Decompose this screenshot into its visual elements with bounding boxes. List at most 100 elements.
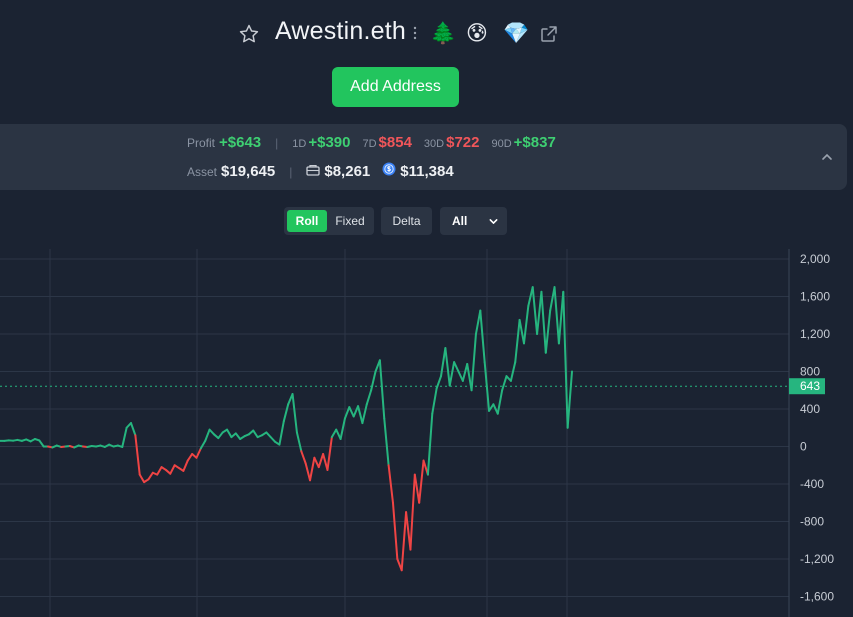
series-segment: [531, 286, 539, 335]
tree-emoji-badge: 🌲: [430, 21, 457, 45]
profit-label: Profit: [187, 136, 216, 150]
chevron-down-icon: [489, 219, 498, 224]
90d-label: 90D: [491, 138, 512, 150]
series-segment: [295, 431, 303, 453]
current-value-label: 643: [800, 379, 820, 393]
series-segment: [330, 428, 338, 439]
series-segment: [204, 428, 211, 442]
series-segment: [496, 389, 504, 415]
asset-value: $19,645: [221, 163, 276, 180]
chevron-up-icon[interactable]: [821, 151, 833, 163]
anxious-face-emoji-badge: 😰: [466, 21, 488, 45]
series-segment: [391, 501, 399, 560]
y-tick-label: 400: [800, 402, 820, 416]
y-tick-label: -1,600: [800, 590, 834, 604]
series-segment: [234, 432, 242, 440]
profit-row: Profit +$643 | 1D +$390 7D $854 30D $722…: [187, 134, 556, 151]
roll-toggle-button[interactable]: Roll: [287, 210, 327, 232]
pnl-series: [0, 286, 573, 572]
chart-grid: [0, 249, 790, 617]
7d-value: $854: [378, 134, 412, 151]
series-segment: [147, 471, 154, 481]
series-segment: [383, 417, 390, 467]
series-segment: [461, 363, 469, 382]
series-segment: [418, 459, 425, 504]
series-segment: [326, 436, 333, 471]
wallet-icon: [306, 164, 321, 176]
30d-label: 30D: [423, 138, 445, 150]
series-segment: [217, 431, 224, 440]
series-segment: [278, 420, 285, 446]
add-address-button[interactable]: Add Address: [332, 67, 459, 107]
divider: |: [289, 165, 293, 179]
token-value: $11,384: [400, 163, 454, 180]
chart-controls: Roll Fixed Delta All: [0, 207, 853, 237]
7d-label: 7D: [362, 138, 377, 150]
range-select[interactable]: All: [440, 207, 507, 235]
series-segment: [378, 359, 386, 420]
more-options-icon[interactable]: [413, 25, 417, 41]
series-segment: [38, 439, 45, 448]
y-axis: 2,000 1,600 1,200 800 400 0 -400 -800 -1,200 -1,6…: [800, 252, 834, 604]
y-tick-label: 800: [800, 365, 820, 379]
series-segment: [182, 459, 189, 472]
series-segment: [226, 428, 233, 439]
series-segment: [470, 333, 477, 392]
star-icon[interactable]: [238, 23, 260, 45]
90d-value: +$837: [513, 134, 556, 151]
gem-emoji-badge: 💎: [503, 21, 530, 45]
series-segment: [317, 453, 325, 469]
1d-value: +$390: [308, 134, 351, 151]
wallet-title: Awestin.eth: [275, 17, 406, 45]
series-segment: [501, 375, 508, 392]
series-segment: [365, 389, 373, 406]
series-segment: [553, 286, 560, 345]
y-tick-label: -800: [800, 515, 824, 529]
series-segment: [566, 370, 573, 429]
y-tick-label: 0: [800, 440, 807, 454]
series-segment: [540, 290, 547, 354]
series-segment: [444, 347, 451, 387]
y-tick-label: 1,200: [800, 327, 830, 341]
mode-toggle: Roll Fixed: [284, 207, 374, 235]
wallet-header: Awestin.eth 🌲 😰 💎: [0, 14, 853, 54]
series-segment: [121, 426, 128, 448]
series-segment: [536, 290, 543, 335]
series-segment: [426, 412, 434, 476]
series-segment: [300, 450, 307, 465]
series-segment: [186, 453, 194, 462]
series-segment: [138, 473, 146, 484]
series-segment: [479, 309, 486, 364]
30d-value: $722: [446, 134, 480, 151]
series-segment: [313, 456, 320, 469]
series-segment: [514, 318, 521, 364]
fixed-toggle-button[interactable]: Fixed: [328, 210, 372, 232]
series-segment: [370, 370, 377, 392]
series-segment: [448, 361, 456, 387]
y-tick-label: -400: [800, 477, 824, 491]
external-link-icon[interactable]: [539, 24, 559, 44]
y-tick-label: 2,000: [800, 252, 830, 266]
profit-value: +$643: [219, 134, 262, 151]
series-segment: [339, 417, 346, 440]
current-value-marker: 643: [0, 378, 825, 395]
asset-label: Asset: [187, 165, 218, 179]
series-segment: [413, 473, 421, 504]
asset-row: Asset $19,645 | $8,261 $11,384: [187, 162, 454, 180]
y-tick-label: 1,600: [800, 290, 830, 304]
series-segment: [304, 462, 312, 482]
delta-button[interactable]: Delta: [381, 207, 432, 235]
y-tick-label: -1,200: [800, 552, 834, 566]
series-segment: [431, 387, 438, 415]
token-coin-icon: [382, 162, 396, 176]
pnl-line-chart[interactable]: 2,000 1,600 1,200 800 400 0 -400 -800 -1,200 -1,6…: [0, 249, 853, 617]
series-segment: [544, 309, 552, 354]
series-segment: [169, 464, 176, 475]
series-segment: [400, 511, 408, 572]
series-segment: [156, 466, 163, 476]
wallet-value: $8,261: [324, 163, 371, 180]
series-segment: [282, 403, 290, 423]
series-segment: [252, 429, 259, 439]
divider: |: [275, 136, 279, 150]
series-segment: [291, 393, 298, 434]
